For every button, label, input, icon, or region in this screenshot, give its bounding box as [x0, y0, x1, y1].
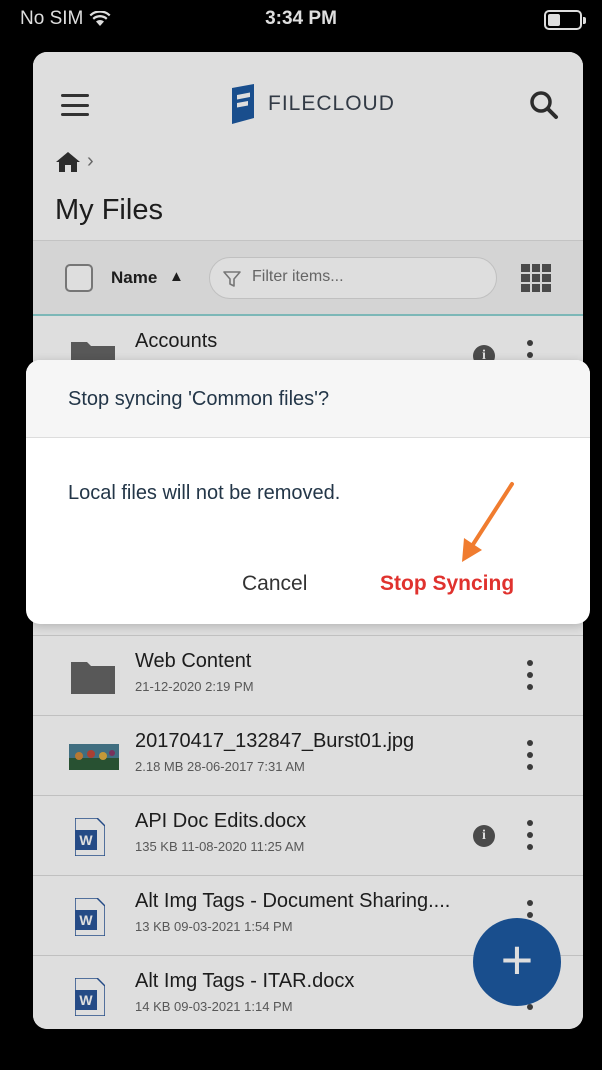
annotation-arrow-icon	[462, 482, 514, 562]
dialog-header: Stop syncing 'Common files'?	[26, 360, 590, 438]
dialog-title: Stop syncing 'Common files'?	[68, 388, 330, 410]
cancel-button[interactable]: Cancel	[242, 572, 307, 596]
dialog-message: Local files will not be removed.	[68, 482, 341, 504]
stop-syncing-button[interactable]: Stop Syncing	[380, 572, 514, 596]
